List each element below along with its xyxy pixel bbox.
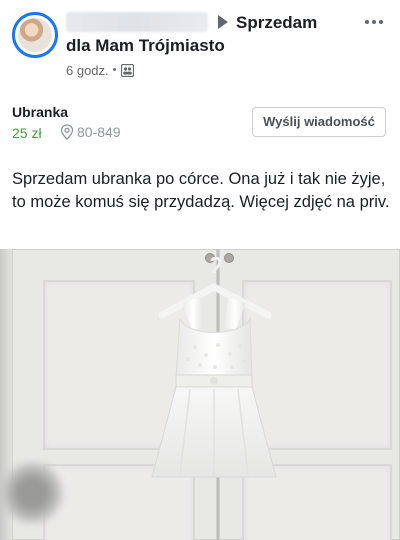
more-horizontal-icon[interactable] xyxy=(362,12,386,32)
triangle-right-icon xyxy=(218,15,228,29)
author-name-blurred[interactable] xyxy=(66,12,208,32)
post-text: Sprzedam ubranka po córce. Ona już i tak… xyxy=(12,170,390,211)
meta-separator: • xyxy=(112,64,117,76)
listing-title: Ubranka xyxy=(12,104,69,120)
listing-location: 80-849 xyxy=(60,124,121,140)
listing-price: 25 zł xyxy=(12,125,42,141)
post-photo[interactable] xyxy=(0,249,400,540)
post-time[interactable]: 6 godz. xyxy=(66,63,109,78)
listing-info: Ubranka 25 zł 80-849 Wyślij wiadomość xyxy=(0,92,400,152)
blurred-region xyxy=(0,461,64,525)
send-message-button[interactable]: Wyślij wiadomość xyxy=(252,107,386,137)
group-name-line2[interactable]: dla Mam Trójmiasto xyxy=(66,36,225,56)
map-pin-icon xyxy=(60,124,74,140)
post-header: Sprzedam dla Mam Trójmiasto 6 godz. • xyxy=(0,0,400,92)
post-meta: 6 godz. • xyxy=(66,61,134,79)
avatar-image xyxy=(18,18,52,52)
location-postcode: 80-849 xyxy=(77,124,121,140)
group-icon xyxy=(120,63,134,77)
group-avatar[interactable] xyxy=(12,12,58,58)
dress-image xyxy=(151,257,277,478)
group-name-line1[interactable]: Sprzedam xyxy=(236,13,317,33)
